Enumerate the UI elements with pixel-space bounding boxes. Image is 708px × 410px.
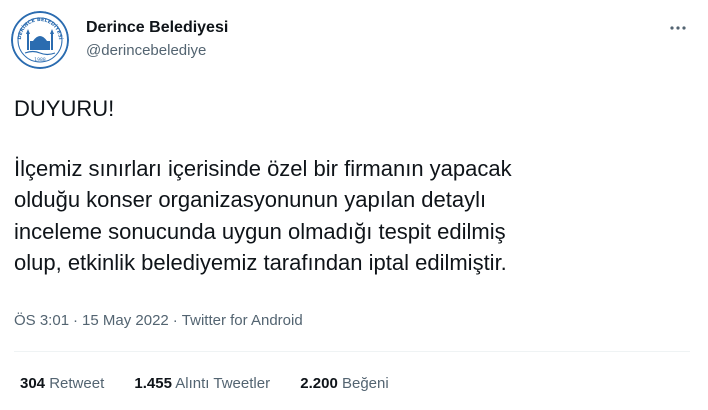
- tweet-text-line: olup, etkinlik belediyemiz tarafından ip…: [14, 250, 507, 275]
- avatar-year: 1988: [34, 57, 46, 63]
- meta-separator: ·: [73, 312, 79, 329]
- tweet-text-line: inceleme sonucunda uygun olmadığı tespit…: [14, 218, 506, 244]
- author-block: Derince Belediyesi @derincebelediye: [86, 18, 228, 61]
- likes-count: 2.200: [300, 375, 338, 392]
- municipality-seal-logo: DERİNCE BELEDİYESİ 1988: [11, 11, 69, 69]
- author-handle[interactable]: @derincebelediye: [86, 41, 228, 61]
- tweet-date[interactable]: 15 May 2022: [82, 312, 169, 329]
- avatar[interactable]: DERİNCE BELEDİYESİ 1988: [11, 11, 69, 69]
- tweet-time[interactable]: ÖS 3:01: [14, 312, 69, 329]
- more-options-button[interactable]: [664, 18, 692, 38]
- meta-separator: ·: [172, 312, 178, 329]
- retweets-stat[interactable]: 304 Retweet: [20, 374, 104, 394]
- tweet-text-line: İlçemiz sınırları içerisinde özel bir fi…: [14, 155, 512, 181]
- more-options-icon: [670, 26, 686, 30]
- tweet-text-line: olduğu konser organizasyonunun yapılan d…: [14, 187, 487, 212]
- tweet-text: DUYURU! İlçemiz sınırları içerisinde öze…: [14, 93, 686, 279]
- tweet-meta: ÖS 3:01 · 15 May 2022 · Twitter for Android: [14, 311, 303, 331]
- author-display-name[interactable]: Derince Belediyesi: [86, 18, 228, 38]
- quote-tweets-stat[interactable]: 1.455 Alıntı Tweetler: [134, 374, 270, 394]
- retweets-count: 304: [20, 375, 46, 392]
- likes-label: Beğeni: [341, 375, 389, 392]
- divider: [14, 351, 690, 352]
- tweet-card: DERİNCE BELEDİYESİ 1988 Derince Belediye…: [0, 0, 708, 410]
- tweet-source[interactable]: Twitter for Android: [182, 312, 303, 329]
- retweets-label: Retweet: [49, 375, 105, 392]
- likes-stat[interactable]: 2.200 Beğeni: [300, 374, 388, 394]
- quote-tweets-label: Alıntı Tweetler: [175, 375, 271, 392]
- tweet-title: DUYURU!: [14, 96, 115, 121]
- quote-tweets-count: 1.455: [134, 375, 172, 392]
- tweet-stats: 304 Retweet 1.455 Alıntı Tweetler 2.200 …: [14, 374, 409, 394]
